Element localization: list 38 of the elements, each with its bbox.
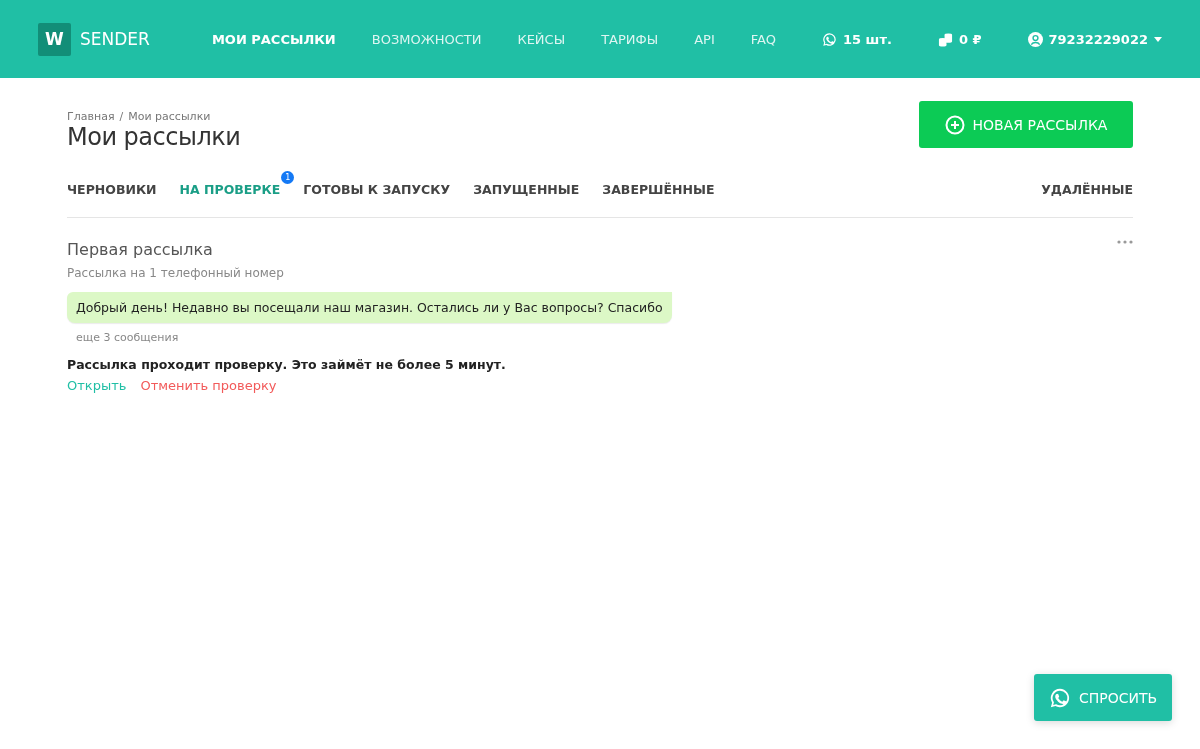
account-number[interactable]: 79232229022 bbox=[1048, 31, 1148, 47]
tab[interactable]: ГОТОВЫ К ЗАПУСКУ bbox=[303, 181, 451, 197]
logo-text[interactable]: SENDER bbox=[80, 29, 150, 49]
nav-link[interactable]: ВОЗМОЖНОСТИ bbox=[371, 31, 482, 47]
tab[interactable]: ЗАВЕРШЁННЫЕ bbox=[602, 181, 715, 197]
nav-link[interactable]: ТАРИФЫ bbox=[601, 31, 659, 47]
nav-link[interactable]: FAQ bbox=[750, 31, 776, 47]
status-text: Рассылка проходит проверку. Это займёт не более 5 минут. bbox=[67, 357, 507, 372]
open-link[interactable]: Открыть bbox=[67, 378, 127, 393]
tab[interactable]: ЗАПУЩЕННЫЕ bbox=[473, 181, 580, 197]
breadcrumb-separator: / bbox=[119, 110, 124, 123]
breadcrumb-link[interactable]: Главная bbox=[67, 110, 115, 123]
coins-icon bbox=[937, 31, 953, 47]
nav-link[interactable]: API bbox=[694, 31, 715, 47]
page-title: Мои рассылки bbox=[67, 123, 241, 151]
plus-circle-icon bbox=[944, 114, 965, 135]
whatsapp-icon bbox=[1048, 686, 1071, 709]
caret-icon[interactable] bbox=[1154, 36, 1162, 42]
campaign-title: Первая рассылка bbox=[67, 240, 213, 259]
whatsapp-icon bbox=[821, 31, 837, 47]
user-icon bbox=[1027, 31, 1043, 47]
more-icon[interactable] bbox=[1117, 240, 1133, 244]
tab[interactable]: НА ПРОВЕРКЕ bbox=[179, 181, 281, 197]
tab[interactable]: ЧЕРНОВИКИ bbox=[67, 181, 157, 197]
breadcrumb-current: Мои рассылки bbox=[128, 110, 211, 123]
count-badge: 1 bbox=[281, 170, 295, 184]
new-campaign-button[interactable]: НОВАЯ РАССЫЛКА bbox=[919, 101, 1133, 148]
nav-link[interactable]: МОИ РАССЫЛКИ bbox=[211, 31, 336, 47]
balance: 0 ₽ bbox=[958, 31, 982, 47]
message-bubble: Добрый день! Недавно вы посещали наш магазин. Остались ли у Вас вопросы? Спасибо bbox=[67, 292, 672, 323]
ask-button[interactable]: СПРОСИТЬ bbox=[1034, 674, 1172, 721]
logo-mark[interactable]: W bbox=[38, 22, 71, 56]
messages-count: 15 шт. bbox=[842, 31, 892, 47]
tab[interactable]: УДАЛЁННЫЕ bbox=[1041, 181, 1133, 197]
nav-link[interactable]: КЕЙСЫ bbox=[517, 31, 566, 47]
campaign-subtitle: Рассылка на 1 телефонный номер bbox=[67, 266, 285, 280]
cancel-check-link[interactable]: Отменить проверку bbox=[140, 378, 277, 393]
more-messages-link[interactable]: еще 3 сообщения bbox=[76, 331, 1133, 344]
